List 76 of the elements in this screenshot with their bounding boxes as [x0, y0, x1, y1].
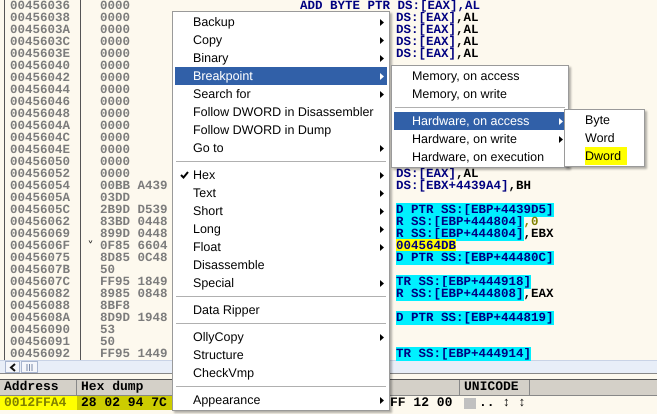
- hex-cell: 0000: [100, 119, 130, 133]
- address-cell: 0045606F: [5, 240, 81, 252]
- hex-cell: 0000: [100, 95, 130, 109]
- hex-cell: 8D85 0C48: [100, 251, 168, 265]
- hex-cell: 53: [100, 323, 116, 337]
- hex-cell: 0000: [100, 143, 130, 157]
- instruction-text: R SS:[EBP+444808],EAX: [396, 288, 554, 300]
- hex-cell: 0000: [100, 107, 130, 121]
- hex-cell: 899D 0448: [100, 227, 168, 241]
- address-cell: 00456090: [5, 324, 81, 336]
- hex-cell: 2B9D D539: [100, 203, 168, 217]
- hex-cell: 28 02 94 7C: [77, 396, 172, 410]
- hex-cell: 8D9D 1948: [100, 311, 168, 325]
- hex-cell: 8985 0848: [100, 287, 168, 301]
- hex-cell: 0F85 6604: [100, 239, 168, 253]
- unicode-cell: .. ↕ ↕: [479, 396, 526, 410]
- hex-cell: 0000: [100, 59, 130, 73]
- address-cell: 00456044: [5, 84, 81, 96]
- address-cell: 0045608A: [5, 312, 81, 324]
- instruction-text: DS:[EAX],AL: [396, 24, 479, 36]
- address-cell: 00456075: [5, 252, 81, 264]
- instruction-text: DS:[EAX],AL: [396, 48, 479, 60]
- instruction-text: D PTR SS:[EBP+444819]: [396, 312, 554, 324]
- hex-cell: 00BB A439: [100, 179, 168, 193]
- address-cell: 0045607B: [5, 264, 81, 276]
- instruction-text: DS:[EAX],AL: [396, 168, 479, 180]
- hex-cell: FF95 1449: [100, 347, 168, 361]
- hex-cell: 0000: [100, 167, 130, 181]
- address-cell: 00456038: [5, 12, 81, 24]
- address-cell: 00456036: [5, 0, 81, 12]
- instruction-text: DS:[EBX+4439A4],BH: [396, 180, 532, 192]
- address-cell: 00456048: [5, 108, 81, 120]
- address-cell: 00456062: [5, 216, 81, 228]
- instruction-text: ADD BYTE PTR DS:[EAX],AL: [300, 0, 480, 12]
- address-cell: 00456040: [5, 60, 81, 72]
- hex-cell: 0000: [100, 11, 130, 25]
- address-cell: 00456046: [5, 96, 81, 108]
- address-cell: 0045603C: [5, 36, 81, 48]
- address-cell: 0045604C: [5, 132, 81, 144]
- hex-cell: 0000: [100, 0, 130, 13]
- instruction-text: DS:[EAX],AL: [396, 36, 479, 48]
- address-cell: 0045603E: [5, 48, 81, 60]
- hex-cell: 50: [100, 263, 116, 277]
- hex-cell: 83BD 0448: [100, 215, 168, 229]
- address-cell: 0012FFA4: [0, 396, 77, 410]
- hex-cell: 0000: [100, 23, 130, 37]
- address-cell: 0045604A: [5, 120, 81, 132]
- address-cell: 00456091: [5, 336, 81, 348]
- address-cell: 00456050: [5, 156, 81, 168]
- hex-cell: 0000: [100, 71, 130, 85]
- hex-cell: 0000: [100, 83, 130, 97]
- hex-cell: 50: [100, 335, 116, 349]
- hex-cell-text: FF 12 00: [390, 396, 454, 410]
- instruction-text: TR SS:[EBP+444914]: [396, 348, 532, 360]
- address-cell: 00456082: [5, 288, 81, 300]
- jump-marker: ˅: [88, 240, 94, 252]
- hex-cell: 03DD: [100, 191, 130, 205]
- address-cell: 0045607C: [5, 276, 81, 288]
- hex-cell: FF95 1849: [100, 275, 168, 289]
- hex-cell: 0000: [100, 47, 130, 61]
- address-cell: 0045605A: [5, 192, 81, 204]
- address-cell: 00456054: [5, 180, 81, 192]
- address-cell: 0045604E: [5, 144, 81, 156]
- address-cell: 00456088: [5, 300, 81, 312]
- address-cell: 0045603A: [5, 24, 81, 36]
- hex-cell: 8BF8: [100, 299, 130, 313]
- hex-cell: 0000: [100, 35, 130, 49]
- address-cell: 00456042: [5, 72, 81, 84]
- address-cell: 00456052: [5, 168, 81, 180]
- address-cell: 00456069: [5, 228, 81, 240]
- instruction-text: D PTR SS:[EBP+44480C]: [396, 252, 554, 264]
- instruction-text: R SS:[EBP+444804],EBX: [396, 228, 554, 240]
- instruction-text: DS:[EAX],AL: [396, 12, 479, 24]
- hex-cell: 0000: [100, 131, 130, 145]
- address-cell: 0045605C: [5, 204, 81, 216]
- hex-cell: 0000: [100, 155, 130, 169]
